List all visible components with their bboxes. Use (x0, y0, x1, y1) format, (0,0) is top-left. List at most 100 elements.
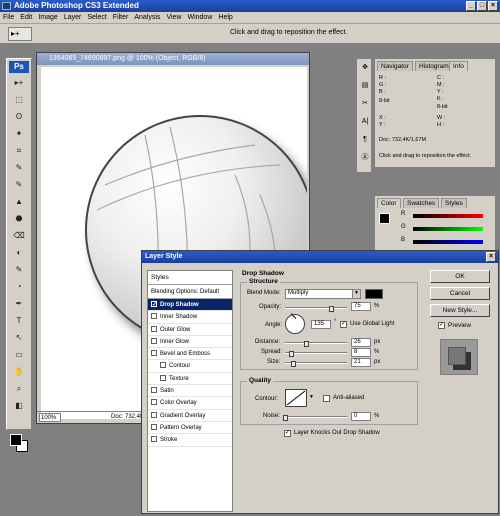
use-global-light-checkbox[interactable]: ✓ (340, 321, 347, 328)
style-item-checkbox[interactable] (151, 337, 157, 344)
spread-input[interactable]: 8 (351, 348, 371, 357)
style-item-bevel-and-emboss[interactable]: Bevel and Emboss (148, 348, 232, 361)
size-slider-thumb[interactable] (291, 361, 296, 367)
size-input[interactable]: 21 (351, 358, 371, 367)
menu-window[interactable]: Window (184, 12, 215, 24)
style-item-checkbox[interactable] (151, 387, 157, 394)
quick-mask-icon[interactable]: ◧ (11, 400, 27, 411)
style-item-gradient-overlay[interactable]: Gradient Overlay (148, 410, 232, 422)
style-item-checkbox[interactable] (151, 350, 157, 357)
blend-mode-select[interactable]: Multiply ▼ (285, 289, 361, 299)
style-item-checkbox[interactable] (151, 399, 157, 406)
styles-header[interactable]: Styles (148, 271, 232, 285)
preview-checkbox[interactable]: ✓ (438, 322, 445, 329)
style-item-pattern-overlay[interactable]: Pattern Overlay (148, 422, 232, 435)
lasso-tool-icon[interactable]: ʘ (11, 111, 27, 122)
style-item-satin[interactable]: Satin (148, 385, 232, 398)
menu-analysis[interactable]: Analysis (131, 12, 163, 24)
angle-dial[interactable] (285, 313, 305, 334)
menu-select[interactable]: Select (84, 12, 109, 24)
angle-input[interactable]: 135 (311, 320, 331, 329)
style-item-checkbox[interactable] (151, 299, 157, 311)
style-item-inner-glow[interactable]: Inner Glow (148, 336, 232, 349)
move-tool-icon[interactable]: ▸+ (11, 77, 27, 88)
zoom-field[interactable]: 100% (39, 413, 61, 422)
style-item-checkbox[interactable] (160, 374, 166, 381)
contour-dropdown-icon[interactable]: ▼ (309, 394, 314, 400)
stamp-tool-icon[interactable]: ▲ (11, 196, 27, 207)
dock-clone-icon[interactable]: Ⓐ (360, 153, 370, 163)
blending-options[interactable]: Blending Options: Default (148, 285, 232, 299)
healing-tool-icon[interactable]: ✎ (11, 162, 27, 173)
distance-input[interactable]: 26 (351, 338, 371, 347)
dock-move-icon[interactable]: ✥ (360, 63, 370, 73)
style-item-checkbox[interactable] (151, 313, 157, 320)
menu-help[interactable]: Help (215, 12, 235, 24)
tool-preset-picker[interactable]: ▸+ (8, 27, 32, 41)
tab-info[interactable]: Info (449, 61, 468, 71)
red-slider[interactable] (413, 214, 483, 218)
spread-slider-thumb[interactable] (289, 351, 294, 357)
distance-slider-thumb[interactable] (304, 341, 309, 347)
spread-track[interactable] (285, 352, 347, 354)
style-item-checkbox[interactable] (151, 436, 157, 443)
blue-slider[interactable] (413, 240, 483, 244)
distance-track[interactable] (285, 342, 347, 344)
dock-character-icon[interactable]: A| (360, 117, 370, 127)
contour-picker[interactable] (285, 389, 307, 407)
tab-swatches[interactable]: Swatches (403, 198, 440, 208)
document-title[interactable]: 1354065_74890897.png @ 100% (Object, RGB… (37, 53, 309, 65)
menu-view[interactable]: View (163, 12, 184, 24)
close-window-button[interactable]: × (488, 1, 498, 11)
tab-styles[interactable]: Styles (441, 198, 467, 208)
tab-color[interactable]: Color (377, 198, 401, 208)
menu-layer[interactable]: Layer (61, 12, 85, 24)
dock-tool-icon[interactable]: ✂ (360, 99, 370, 109)
menu-filter[interactable]: Filter (110, 12, 132, 24)
dodge-tool-icon[interactable]: ◔ (11, 281, 27, 292)
style-item-stroke[interactable]: Stroke (148, 434, 232, 447)
history-brush-tool-icon[interactable]: ⬣ (11, 213, 27, 224)
magic-wand-tool-icon[interactable]: ✦ (11, 128, 27, 139)
style-item-texture[interactable]: Texture (148, 373, 232, 386)
color-panel-foreground[interactable] (379, 213, 390, 224)
menu-image[interactable]: Image (35, 12, 60, 24)
noise-slider-thumb[interactable] (283, 415, 288, 421)
dialog-close-button[interactable]: × (486, 252, 496, 262)
opacity-track[interactable] (285, 307, 347, 309)
foreground-color-swatch[interactable] (10, 434, 22, 446)
shadow-color-swatch[interactable] (365, 289, 383, 299)
style-item-color-overlay[interactable]: Color Overlay (148, 397, 232, 410)
brush-tool-icon[interactable]: ✎ (11, 179, 27, 190)
opacity-input[interactable]: 75 (351, 302, 371, 311)
blur-tool-icon[interactable]: ✎ (11, 264, 27, 275)
anti-aliased-checkbox[interactable] (323, 395, 330, 402)
knockout-checkbox[interactable]: ✓ (284, 430, 291, 437)
tab-histogram[interactable]: Histogram (415, 61, 453, 71)
zoom-tool-icon[interactable]: ⌕ (11, 383, 27, 394)
style-item-outer-glow[interactable]: Outer Glow (148, 324, 232, 336)
style-item-checkbox[interactable] (151, 423, 157, 430)
crop-tool-icon[interactable]: ⌗ (11, 145, 27, 156)
eraser-tool-icon[interactable]: ⌫ (11, 230, 27, 241)
shape-tool-icon[interactable]: ▭ (11, 349, 27, 360)
ok-button[interactable]: OK (430, 270, 490, 283)
pen-tool-icon[interactable]: ✒ (11, 298, 27, 309)
style-item-inner-shadow[interactable]: Inner Shadow (148, 311, 232, 324)
menu-file[interactable]: File (0, 12, 17, 24)
style-item-contour[interactable]: Contour (148, 360, 232, 373)
hand-tool-icon[interactable]: ✋ (11, 366, 27, 377)
style-item-checkbox[interactable] (151, 325, 157, 332)
cancel-button[interactable]: Cancel (430, 287, 490, 300)
dock-layers-icon[interactable]: ▤ (360, 81, 370, 91)
minimize-button[interactable]: _ (466, 1, 476, 11)
style-item-checkbox[interactable] (151, 411, 157, 418)
maximize-button[interactable]: □ (477, 1, 487, 11)
style-item-checkbox[interactable] (160, 362, 166, 369)
marquee-tool-icon[interactable]: ⬚ (11, 94, 27, 105)
menu-edit[interactable]: Edit (17, 12, 35, 24)
green-slider[interactable] (413, 227, 483, 231)
new-style-button[interactable]: New Style... (430, 304, 490, 317)
type-tool-icon[interactable]: T (11, 315, 27, 326)
path-selection-tool-icon[interactable]: ↖ (11, 332, 27, 343)
